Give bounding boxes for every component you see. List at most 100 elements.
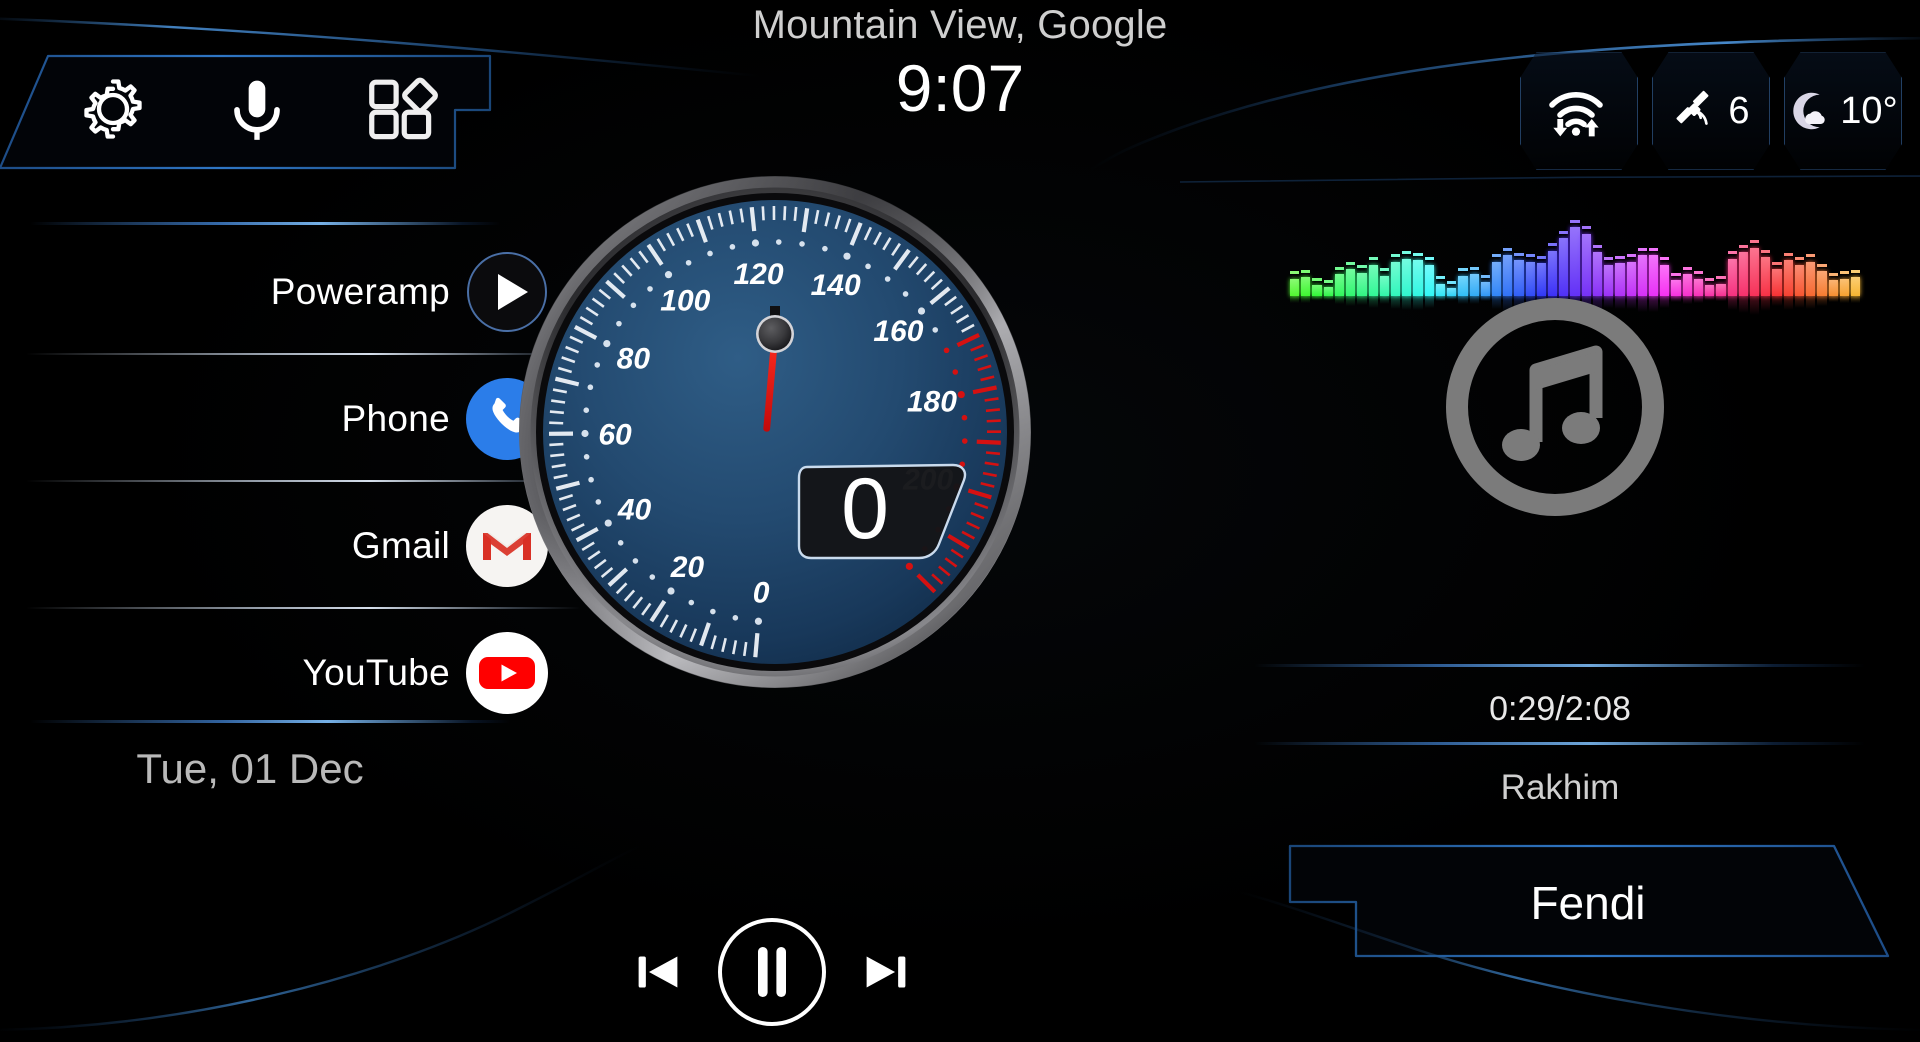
- track-title-pod[interactable]: Fendi: [1278, 838, 1898, 968]
- app-row-poweramp[interactable]: Poweramp: [0, 228, 580, 355]
- spectrum-bar: [1626, 176, 1636, 310]
- spectrum-bar: [1413, 176, 1423, 310]
- spectrum-bar-peak: [1761, 249, 1771, 253]
- spectrum-bar: [1402, 176, 1412, 311]
- gauge-label-140: 140: [811, 269, 861, 302]
- spectrum-bar-peak: [1817, 263, 1827, 267]
- spectrum-bar-reflection: [1806, 296, 1816, 310]
- spectrum-bar-reflection: [1334, 296, 1345, 305]
- spectrum-bar-body: [1525, 261, 1535, 296]
- status-gps[interactable]: 6: [1652, 52, 1770, 170]
- status-weather[interactable]: 10°: [1784, 52, 1902, 170]
- spectrum-bar-reflection: [1727, 296, 1737, 311]
- spectrum-bar-reflection: [1705, 296, 1715, 301]
- spectrum-bar: [1581, 176, 1591, 320]
- spectrum-bar-peak: [1839, 271, 1849, 275]
- spectrum-bar-peak: [1626, 254, 1636, 258]
- spectrum-bar: [1817, 176, 1827, 306]
- spectrum-bar-reflection: [1301, 296, 1311, 304]
- status-wifi[interactable]: [1520, 52, 1638, 170]
- spectrum-bar-body: [1772, 269, 1782, 296]
- spectrum-bar-reflection: [1671, 296, 1681, 302]
- spectrum-bar: [1660, 176, 1670, 308]
- next-track-button[interactable]: [855, 941, 917, 1003]
- spectrum-bar-peak: [1794, 257, 1805, 261]
- music-note-icon: [1446, 298, 1664, 516]
- date-rule: [30, 720, 510, 723]
- app-list: Poweramp Phone Gmail YouTube: [0, 228, 580, 736]
- app-label: YouTube: [302, 651, 450, 693]
- spectrum-bar-body: [1323, 286, 1333, 296]
- spectrum-bar-peak: [1592, 244, 1603, 248]
- spectrum-bar-peak: [1637, 248, 1647, 252]
- spectrum-bar-peak: [1705, 277, 1715, 281]
- gauge-label-180: 180: [907, 385, 957, 418]
- artist-rule: [1255, 742, 1865, 745]
- spectrum-bar: [1424, 176, 1434, 308]
- spectrum-bar-reflection: [1828, 296, 1838, 302]
- spectrum-bar-reflection: [1839, 296, 1849, 303]
- spectrum-bar-reflection: [1424, 296, 1434, 308]
- spectrum-bar: [1435, 176, 1446, 301]
- spectrum-bar-body: [1368, 264, 1378, 296]
- spectrum-bar: [1514, 176, 1524, 310]
- spectrum-bar: [1334, 176, 1345, 305]
- spectrum-bar-reflection: [1817, 296, 1827, 306]
- spectrum-bar-body: [1570, 227, 1580, 296]
- spectrum-bar: [1604, 176, 1614, 308]
- spectrum-bar: [1390, 176, 1401, 310]
- app-row-gmail[interactable]: Gmail: [0, 482, 580, 609]
- app-row-youtube[interactable]: YouTube: [0, 609, 580, 736]
- spectrum-bar-peak: [1828, 273, 1838, 277]
- spectrum-bar-body: [1671, 280, 1681, 296]
- spectrum-bar-peak: [1548, 243, 1558, 247]
- previous-track-button[interactable]: [627, 941, 689, 1003]
- spectrum-bar-peak: [1738, 244, 1748, 248]
- play-pause-button[interactable]: [716, 916, 828, 1028]
- spectrum-bar-reflection: [1682, 296, 1692, 305]
- spectrum-bar-body: [1705, 285, 1715, 296]
- spectrum-bar-body: [1548, 250, 1558, 296]
- spectrum-bar: [1346, 176, 1356, 307]
- spectrum-bar-peak: [1491, 254, 1502, 258]
- spectrum-bar-body: [1559, 238, 1569, 296]
- spectrum-bar-body: [1390, 261, 1401, 296]
- spectrum-bar-peak: [1435, 276, 1446, 280]
- temperature-value: 10°: [1840, 90, 1898, 132]
- spectrum-bar-body: [1312, 285, 1322, 296]
- gauge-label-160: 160: [873, 315, 923, 348]
- spectrum-bar-body: [1514, 260, 1524, 296]
- spectrum-bar-body: [1682, 274, 1692, 296]
- app-row-phone[interactable]: Phone: [0, 355, 580, 482]
- spectrum-bar-peak: [1469, 266, 1479, 270]
- spectrum-bar-body: [1749, 247, 1760, 296]
- spectrum-bar-body: [1850, 277, 1861, 296]
- track-artist: Rakhim: [1500, 768, 1620, 807]
- spectrum-bar: [1357, 176, 1367, 305]
- spectrum-bar-body: [1301, 277, 1311, 296]
- album-art[interactable]: [1440, 292, 1670, 522]
- spectrum-bar: [1469, 176, 1479, 305]
- spectrum-bar-body: [1716, 283, 1726, 296]
- gauge-digital-readout: 0: [797, 461, 967, 560]
- wifi-transfer-icon: [1549, 92, 1603, 137]
- spectrum-bar: [1570, 176, 1580, 323]
- spectrum-bar: [1592, 176, 1603, 313]
- spectrum-bar-body: [1346, 269, 1356, 296]
- spectrum-bar-peak: [1649, 248, 1659, 252]
- spectrum-bar-body: [1503, 255, 1513, 296]
- spectrum-bar-body: [1839, 278, 1849, 296]
- speedometer[interactable]: 020406080100120140160180200 0: [515, 172, 1035, 692]
- spectrum-bar: [1447, 176, 1457, 299]
- spectrum-bar: [1761, 176, 1771, 311]
- spectrum-bar-peak: [1290, 271, 1300, 275]
- spectrum-bar: [1828, 176, 1838, 302]
- spectrum-bar-body: [1637, 255, 1647, 296]
- spectrum-bar-body: [1649, 255, 1659, 296]
- spectrum-bar: [1559, 176, 1569, 319]
- spectrum-bar-body: [1806, 261, 1816, 296]
- spectrum-bar-body: [1581, 233, 1591, 296]
- spectrum-bar: [1772, 176, 1782, 307]
- spectrum-bar: [1503, 176, 1513, 312]
- spectrum-bar-peak: [1334, 266, 1345, 270]
